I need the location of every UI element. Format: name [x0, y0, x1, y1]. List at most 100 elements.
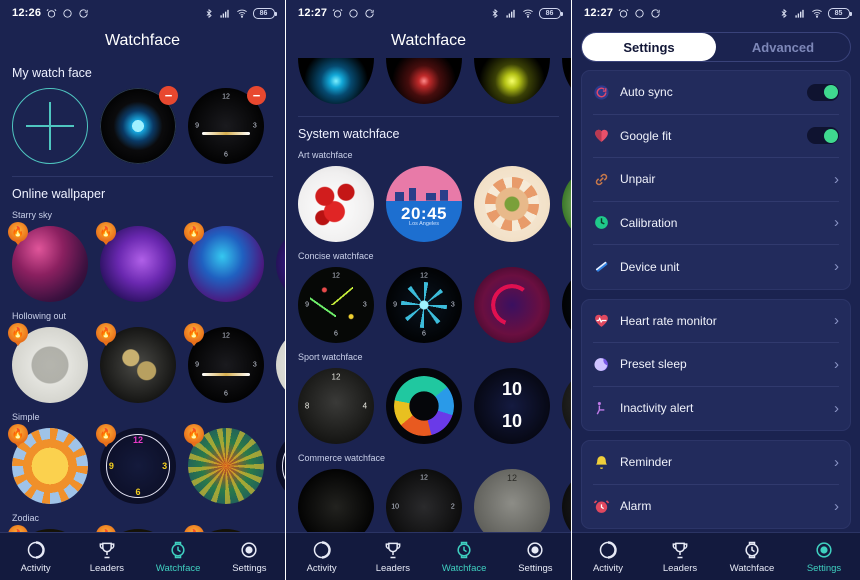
wallpaper-item[interactable]: 🔥: [184, 222, 264, 302]
nav-item-watchface[interactable]: Watchface: [429, 540, 500, 574]
nav-item-leaders[interactable]: Leaders: [71, 540, 142, 574]
bottom-nav: Activity Leaders Watchface Settings: [572, 532, 860, 580]
settings-list[interactable]: Auto sync Google fit Unpair › Calibratio…: [572, 70, 860, 532]
watchface-item[interactable]: [276, 327, 285, 403]
nav-item-activity[interactable]: Activity: [572, 540, 644, 574]
watchface-item[interactable]: [562, 166, 571, 242]
watchface-item[interactable]: [276, 529, 285, 532]
watchface-item[interactable]: 12 3 6 9 −: [188, 86, 266, 164]
setting-row-device-unit[interactable]: Device unit ›: [593, 245, 839, 289]
nav-item-activity[interactable]: Activity: [0, 540, 71, 574]
watchface-item[interactable]: [386, 368, 462, 444]
subsection-sport-watchface: Sport watchface: [298, 352, 363, 362]
setting-label: Inactivity alert: [620, 401, 694, 416]
wallpaper-item[interactable]: [276, 226, 285, 302]
watchface-item[interactable]: 12 3 6 9 🔥: [96, 424, 176, 504]
watchface-item[interactable]: 12 3 6 9: [298, 267, 374, 343]
activity-icon: [312, 540, 332, 560]
watchface-item[interactable]: [562, 469, 571, 532]
watchface-item[interactable]: [276, 428, 285, 504]
watchface-item[interactable]: 🔥: [184, 525, 264, 532]
nav-item-settings[interactable]: Settings: [788, 540, 860, 574]
wifi-icon: [522, 8, 534, 19]
tab-advanced[interactable]: Advanced: [716, 33, 850, 61]
chevron-right-icon: ›: [834, 355, 839, 373]
watchface-item[interactable]: [386, 58, 462, 104]
watchface-item[interactable]: 🔥: [96, 323, 176, 403]
watchface-item[interactable]: 10 10: [474, 368, 550, 444]
nav-label: Watchface: [441, 562, 487, 574]
setting-row-calibration[interactable]: Calibration ›: [593, 202, 839, 245]
watchface-item[interactable]: 12 4 8: [298, 368, 374, 444]
inactivity-alert-icon: [593, 400, 610, 417]
watchface-item[interactable]: 126: [474, 469, 550, 532]
watchface-item[interactable]: 🔥: [96, 525, 176, 532]
wallpaper-item[interactable]: 🔥: [8, 222, 88, 302]
unpair-link-icon: [593, 171, 610, 188]
add-watchface-button[interactable]: [12, 88, 88, 164]
activity-icon: [598, 540, 618, 560]
watchface-item[interactable]: [474, 58, 550, 104]
zodiac-row: 🔥 🔥 🔥: [0, 525, 285, 532]
watchface-item[interactable]: 🔥: [8, 424, 88, 504]
watchface-item[interactable]: 🔥: [184, 424, 264, 504]
watchface-item[interactable]: [298, 58, 374, 104]
setting-row-heart-rate-monitor[interactable]: Heart rate monitor ›: [593, 300, 839, 343]
watchface-item[interactable]: [562, 58, 571, 104]
watchface-scroll-area[interactable]: My watch face − 12 3 6 9 − Online wallpa…: [0, 56, 285, 532]
subsection-starry-sky: Starry sky: [12, 210, 53, 220]
device-unit-icon: [593, 258, 610, 275]
watchface-item[interactable]: −: [100, 86, 178, 164]
watchface-item[interactable]: 12 3 6 9: [386, 267, 462, 343]
setting-label: Preset sleep: [620, 357, 687, 372]
watchface-digit-bottom: 10: [501, 410, 523, 431]
nav-label: Activity: [592, 562, 624, 574]
hot-badge: 🔥: [184, 424, 204, 447]
three-phone-screenshots: 12:26 86 Watchface My watch face − 12 3 …: [0, 0, 860, 580]
alarm-clock-icon: [593, 498, 610, 515]
alarm-icon: [332, 8, 343, 19]
hot-badge: 🔥: [184, 525, 204, 532]
setting-row-auto-sync[interactable]: Auto sync: [593, 71, 839, 115]
watchface-item[interactable]: 🔥: [8, 323, 88, 403]
nav-item-settings[interactable]: Settings: [500, 540, 571, 574]
chevron-right-icon: ›: [834, 312, 839, 330]
watchface-scroll-area[interactable]: System watchface Art watchface 20:45 Los…: [286, 56, 571, 532]
remove-badge[interactable]: −: [247, 86, 266, 105]
watchface-item[interactable]: 20:45 Los Angeles: [386, 166, 462, 242]
watchface-item[interactable]: 122610: [386, 469, 462, 532]
watchface-item[interactable]: [298, 166, 374, 242]
watchface-item[interactable]: 12 3 6 9 🔥: [184, 323, 264, 403]
bottom-nav: Activity Leaders Watchface Settings: [0, 532, 285, 580]
watchface-item[interactable]: [562, 267, 571, 343]
signal-icon: [794, 8, 806, 19]
watchface-item[interactable]: 🔥: [8, 525, 88, 532]
nav-item-settings[interactable]: Settings: [214, 540, 285, 574]
setting-row-reminder[interactable]: Reminder ›: [593, 441, 839, 485]
auto-sync-toggle[interactable]: [807, 83, 839, 101]
watchface-item[interactable]: [474, 267, 550, 343]
watchface-item[interactable]: [298, 469, 374, 532]
setting-row-inactivity-alert[interactable]: Inactivity alert ›: [593, 387, 839, 431]
setting-row-google-fit[interactable]: Google fit: [593, 115, 839, 158]
nav-item-leaders[interactable]: Leaders: [644, 540, 716, 574]
heart-rate-icon: [593, 312, 610, 329]
wallpaper-item[interactable]: 🔥: [96, 222, 176, 302]
chevron-right-icon: ›: [834, 258, 839, 276]
setting-row-unpair[interactable]: Unpair ›: [593, 158, 839, 202]
tab-settings[interactable]: Settings: [582, 33, 716, 61]
nav-item-leaders[interactable]: Leaders: [357, 540, 428, 574]
subsection-simple: Simple: [12, 412, 40, 422]
setting-row-preset-sleep[interactable]: Preset sleep ›: [593, 343, 839, 387]
setting-label: Unpair: [620, 172, 656, 187]
nav-item-watchface[interactable]: Watchface: [716, 540, 788, 574]
watchface-item[interactable]: [474, 166, 550, 242]
remove-badge[interactable]: −: [159, 86, 178, 105]
nav-item-watchface[interactable]: Watchface: [143, 540, 214, 574]
subsection-commerce-watchface: Commerce watchface: [298, 453, 386, 463]
setting-row-alarm[interactable]: Alarm ›: [593, 485, 839, 529]
watchface-item[interactable]: [562, 368, 571, 444]
nav-item-activity[interactable]: Activity: [286, 540, 357, 574]
google-fit-toggle[interactable]: [807, 127, 839, 145]
nav-label: Leaders: [375, 562, 411, 574]
